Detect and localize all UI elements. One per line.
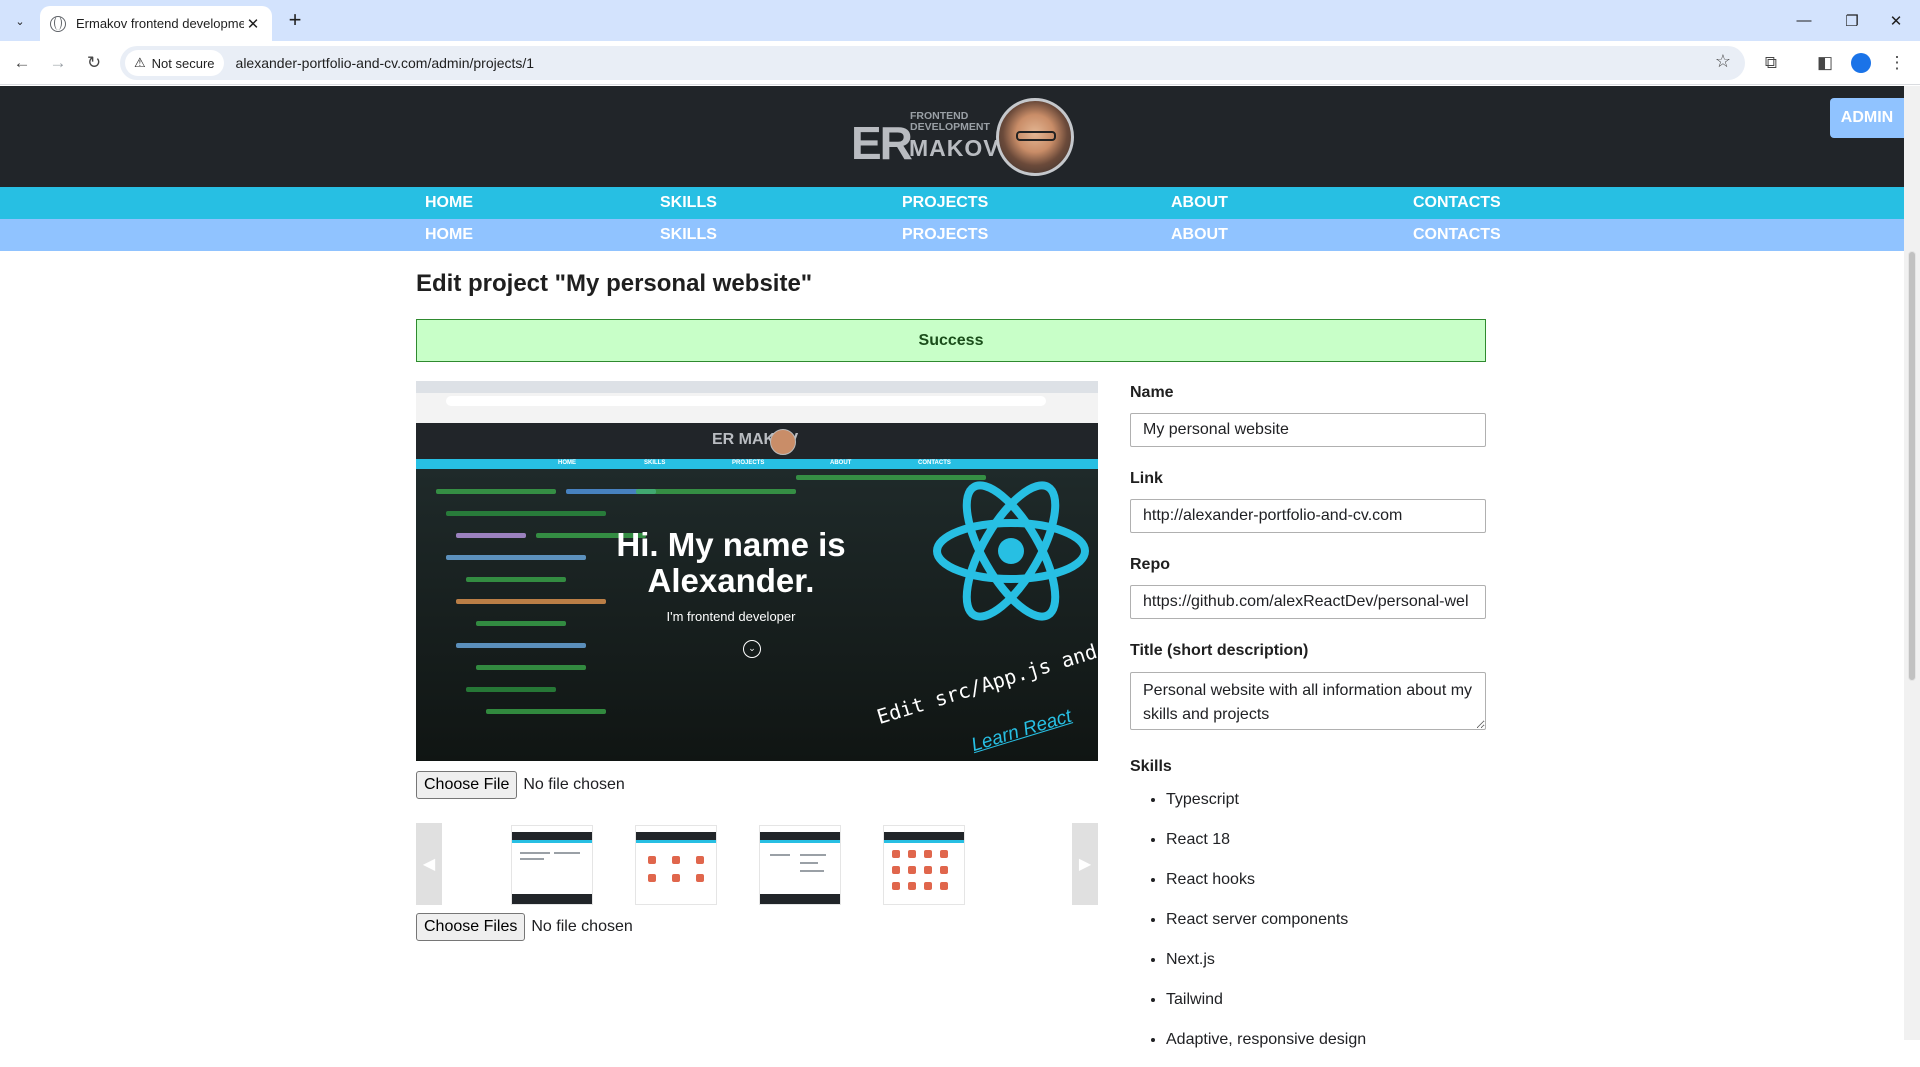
page-title: Edit project "My personal website" — [416, 270, 813, 297]
scrollbar-thumb[interactable] — [1908, 251, 1916, 681]
menu-kebab-icon[interactable]: ⋮ — [1884, 50, 1910, 76]
skill-item: React 18 — [1166, 827, 1366, 867]
repo-input[interactable] — [1130, 585, 1486, 619]
nav-home[interactable]: HOME — [425, 187, 473, 219]
skill-item: Typescript — [1166, 787, 1366, 827]
skill-item: React server components — [1166, 907, 1366, 947]
tab-title: Ermakov frontend development — [76, 16, 244, 31]
link-input[interactable] — [1130, 499, 1486, 533]
skill-item: Next.js — [1166, 947, 1366, 987]
nav-about[interactable]: ABOUT — [1171, 187, 1228, 219]
nav-skills[interactable]: SKILLS — [660, 187, 717, 219]
new-tab-button[interactable]: + — [283, 9, 307, 31]
main-image-file-input: Choose File No file chosen — [416, 771, 625, 799]
security-chip[interactable]: ⚠ Not secure — [125, 50, 224, 76]
gallery-thumbnail[interactable] — [759, 825, 841, 905]
browser-tab-strip: ⌄ Ermakov frontend development ✕ + — ❐ ✕ — [0, 0, 1920, 41]
page-scrollbar[interactable] — [1904, 86, 1920, 1040]
back-icon[interactable]: ← — [9, 50, 35, 76]
choose-file-button[interactable]: Choose File — [416, 771, 518, 799]
gallery-file-input: Choose Files No file chosen — [416, 913, 633, 941]
title-textarea[interactable]: Personal website with all information ab… — [1130, 672, 1486, 730]
close-tab-icon[interactable]: ✕ — [244, 15, 262, 33]
preview-header: ER MAKOV — [416, 423, 1098, 459]
gallery-thumbnail[interactable] — [635, 825, 717, 905]
warning-icon: ⚠ — [134, 55, 146, 70]
nav-projects[interactable]: PROJECTS — [902, 187, 988, 219]
security-label: Not secure — [151, 55, 215, 71]
address-bar[interactable]: ⚠ Not secure alexander-portfolio-and-cv.… — [120, 46, 1745, 80]
skills-label: Skills — [1130, 758, 1172, 775]
browser-tab[interactable]: Ermakov frontend development ✕ — [40, 6, 272, 41]
title-label: Title (short description) — [1130, 642, 1309, 659]
image-gallery: ◀ ▶ — [416, 823, 1098, 905]
name-input[interactable] — [1130, 413, 1486, 447]
globe-icon — [50, 15, 66, 32]
admin-nav-home[interactable]: HOME — [425, 219, 473, 251]
extensions-icon[interactable]: ⧉ — [1758, 50, 1784, 76]
forward-icon[interactable]: → — [45, 50, 71, 76]
skill-item: Tailwind — [1166, 987, 1366, 1027]
repo-label: Repo — [1130, 556, 1170, 573]
preview-subtitle: I'm frontend developer — [666, 609, 796, 624]
skill-item: React hooks — [1166, 867, 1366, 907]
file-status: No file chosen — [523, 776, 625, 793]
preview-greeting: Hi. My name is Alexander. — [616, 526, 846, 599]
logo-letters: ER — [851, 117, 913, 169]
link-label: Link — [1130, 470, 1163, 487]
preview-nav: HOME SKILLS PROJECTS ABOUT CONTACTS — [416, 459, 1098, 469]
site-logo[interactable]: ER FRONTEND DEVELOPMENT MAKOV — [851, 98, 1076, 176]
url-text[interactable]: alexander-portfolio-and-cv.com/admin/pro… — [236, 55, 535, 71]
skill-item: Adaptive, responsive design — [1166, 1027, 1366, 1067]
bookmark-star-icon[interactable]: ☆ — [1715, 51, 1731, 72]
admin-nav-about[interactable]: ABOUT — [1171, 219, 1228, 251]
logo-name: MAKOV — [909, 135, 1000, 161]
name-label: Name — [1130, 384, 1174, 401]
project-main-image: ER MAKOV HOME SKILLS PROJECTS ABOUT CONT… — [416, 381, 1098, 761]
reload-icon[interactable]: ↻ — [81, 50, 107, 76]
profile-icon[interactable] — [1848, 50, 1874, 76]
gallery-next-button[interactable]: ▶ — [1072, 823, 1098, 905]
admin-nav-skills[interactable]: SKILLS — [660, 219, 717, 251]
skills-list: Typescript React 18 React hooks React se… — [1148, 787, 1366, 1067]
files-status: No file chosen — [531, 918, 633, 935]
close-window-icon[interactable]: ✕ — [1868, 0, 1920, 41]
browser-toolbar: ← → ↻ ⚠ Not secure alexander-portfolio-a… — [0, 41, 1920, 85]
admin-nav: HOME SKILLS PROJECTS ABOUT CONTACTS — [0, 219, 1904, 251]
site-header: ER FRONTEND DEVELOPMENT MAKOV ADMIN — [0, 86, 1904, 187]
choose-files-button[interactable]: Choose Files — [416, 913, 526, 941]
preview-browser-chrome — [416, 381, 1098, 423]
logo-subtitle: FRONTEND DEVELOPMENT — [910, 110, 990, 133]
nav-contacts[interactable]: CONTACTS — [1413, 187, 1501, 219]
side-panel-icon[interactable]: ◧ — [1812, 50, 1838, 76]
react-logo-icon — [933, 481, 1089, 621]
chevron-down-icon: ⌄ — [743, 640, 761, 658]
admin-button[interactable]: ADMIN — [1830, 98, 1904, 138]
gallery-thumbnail[interactable] — [883, 825, 965, 905]
gallery-thumbnail[interactable] — [511, 825, 593, 905]
gallery-prev-button[interactable]: ◀ — [416, 823, 442, 905]
admin-nav-contacts[interactable]: CONTACTS — [1413, 219, 1501, 251]
tab-search-chevron-icon[interactable]: ⌄ — [8, 9, 32, 33]
admin-nav-projects[interactable]: PROJECTS — [902, 219, 988, 251]
success-alert: Success — [416, 319, 1486, 362]
primary-nav: HOME SKILLS PROJECTS ABOUT CONTACTS — [0, 187, 1904, 219]
avatar — [996, 98, 1074, 176]
